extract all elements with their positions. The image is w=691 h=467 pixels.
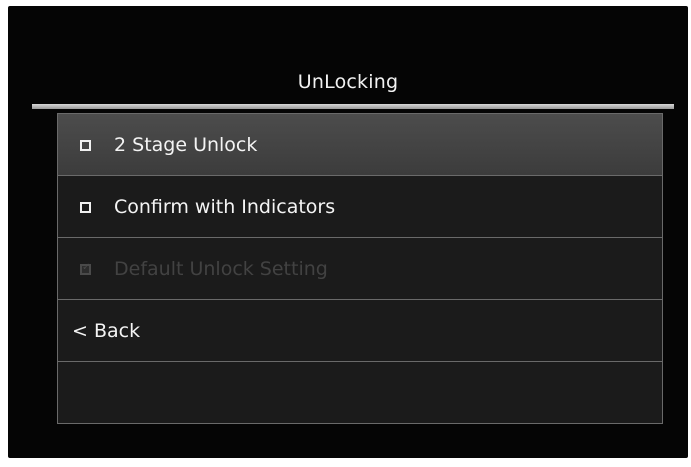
check-mark-icon: ✓	[82, 261, 91, 273]
menu-item-2-stage-unlock[interactable]: 2 Stage Unlock	[58, 114, 662, 176]
device-screen: UnLocking 2 Stage Unlock Confirm with In…	[8, 6, 688, 458]
checkbox-icon[interactable]	[80, 201, 91, 213]
menu-item-label: Confirm with Indicators	[114, 195, 336, 218]
menu-item-default-unlock-setting: ✓ Default Unlock Setting	[58, 238, 662, 300]
menu-item-label: Default Unlock Setting	[114, 257, 328, 280]
back-button[interactable]: < Back	[58, 300, 662, 362]
menu-item-label: 2 Stage Unlock	[114, 133, 258, 156]
back-label: < Back	[72, 319, 141, 342]
unlocking-menu: 2 Stage Unlock Confirm with Indicators ✓…	[57, 113, 663, 424]
checkbox-icon[interactable]	[80, 139, 91, 151]
menu-item-confirm-with-indicators[interactable]: Confirm with Indicators	[58, 176, 662, 238]
screen-title: UnLocking	[297, 71, 399, 93]
title-divider	[32, 104, 674, 109]
empty-menu-row	[58, 362, 662, 424]
checked-checkbox-icon: ✓	[80, 261, 91, 275]
